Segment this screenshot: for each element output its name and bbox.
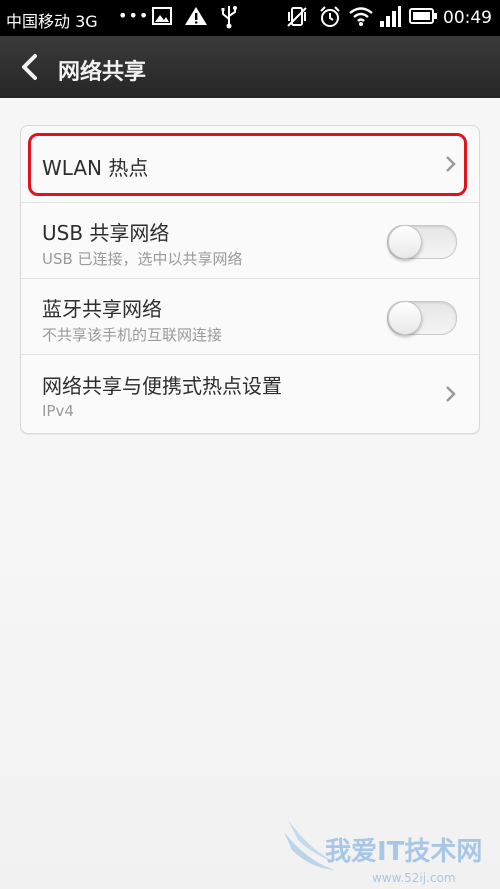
list-item-subtitle: 不共享该手机的互联网连接 — [42, 326, 223, 344]
warning-icon — [185, 7, 207, 25]
annotation-highlight — [28, 133, 467, 196]
list-item-subtitle: USB 已连接，选中以共享网络 — [42, 250, 243, 268]
toggle-knob — [388, 225, 422, 259]
carrier-label: 中国移动 3G — [6, 12, 98, 31]
title-bar: 网络共享 — [0, 36, 500, 98]
list-item-usb-tethering[interactable]: USB 共享网络 USB 已连接，选中以共享网络 — [21, 202, 479, 279]
watermark-logo: 我爱IT技术网 www.52ij.com — [284, 820, 482, 885]
usb-tethering-toggle[interactable] — [387, 225, 457, 259]
bluetooth-tethering-toggle[interactable] — [387, 301, 457, 335]
image-icon — [152, 7, 172, 25]
svg-text:www.52ij.com: www.52ij.com — [372, 871, 456, 885]
toggle-knob — [388, 301, 422, 335]
list-item-hotspot-settings[interactable]: 网络共享与便携式热点设置 IPv4 — [21, 354, 479, 433]
list-item-title: 网络共享与便携式热点设置 — [42, 374, 282, 398]
signal-icon — [380, 6, 401, 27]
usb-icon — [221, 6, 237, 29]
svg-text:我爱IT技术网: 我爱IT技术网 — [325, 837, 482, 867]
battery-icon — [409, 8, 437, 24]
page-title: 网络共享 — [58, 60, 147, 85]
chevron-right-icon — [446, 386, 456, 402]
status-bar: 中国移动 3G ••• 00:49 — [0, 0, 500, 36]
list-item-title: 蓝牙共享网络 — [42, 297, 162, 321]
clock: 00:49 — [443, 8, 492, 28]
notification-dots: ••• — [118, 6, 150, 25]
back-arrow-icon[interactable] — [18, 52, 42, 82]
vibrate-icon — [287, 7, 307, 27]
list-item-bluetooth-tethering[interactable]: 蓝牙共享网络 不共享该手机的互联网连接 — [21, 278, 479, 355]
wifi-icon — [349, 7, 373, 26]
alarm-icon — [320, 6, 340, 27]
list-item-title: USB 共享网络 — [42, 221, 170, 245]
list-item-subtitle: IPv4 — [42, 402, 74, 420]
